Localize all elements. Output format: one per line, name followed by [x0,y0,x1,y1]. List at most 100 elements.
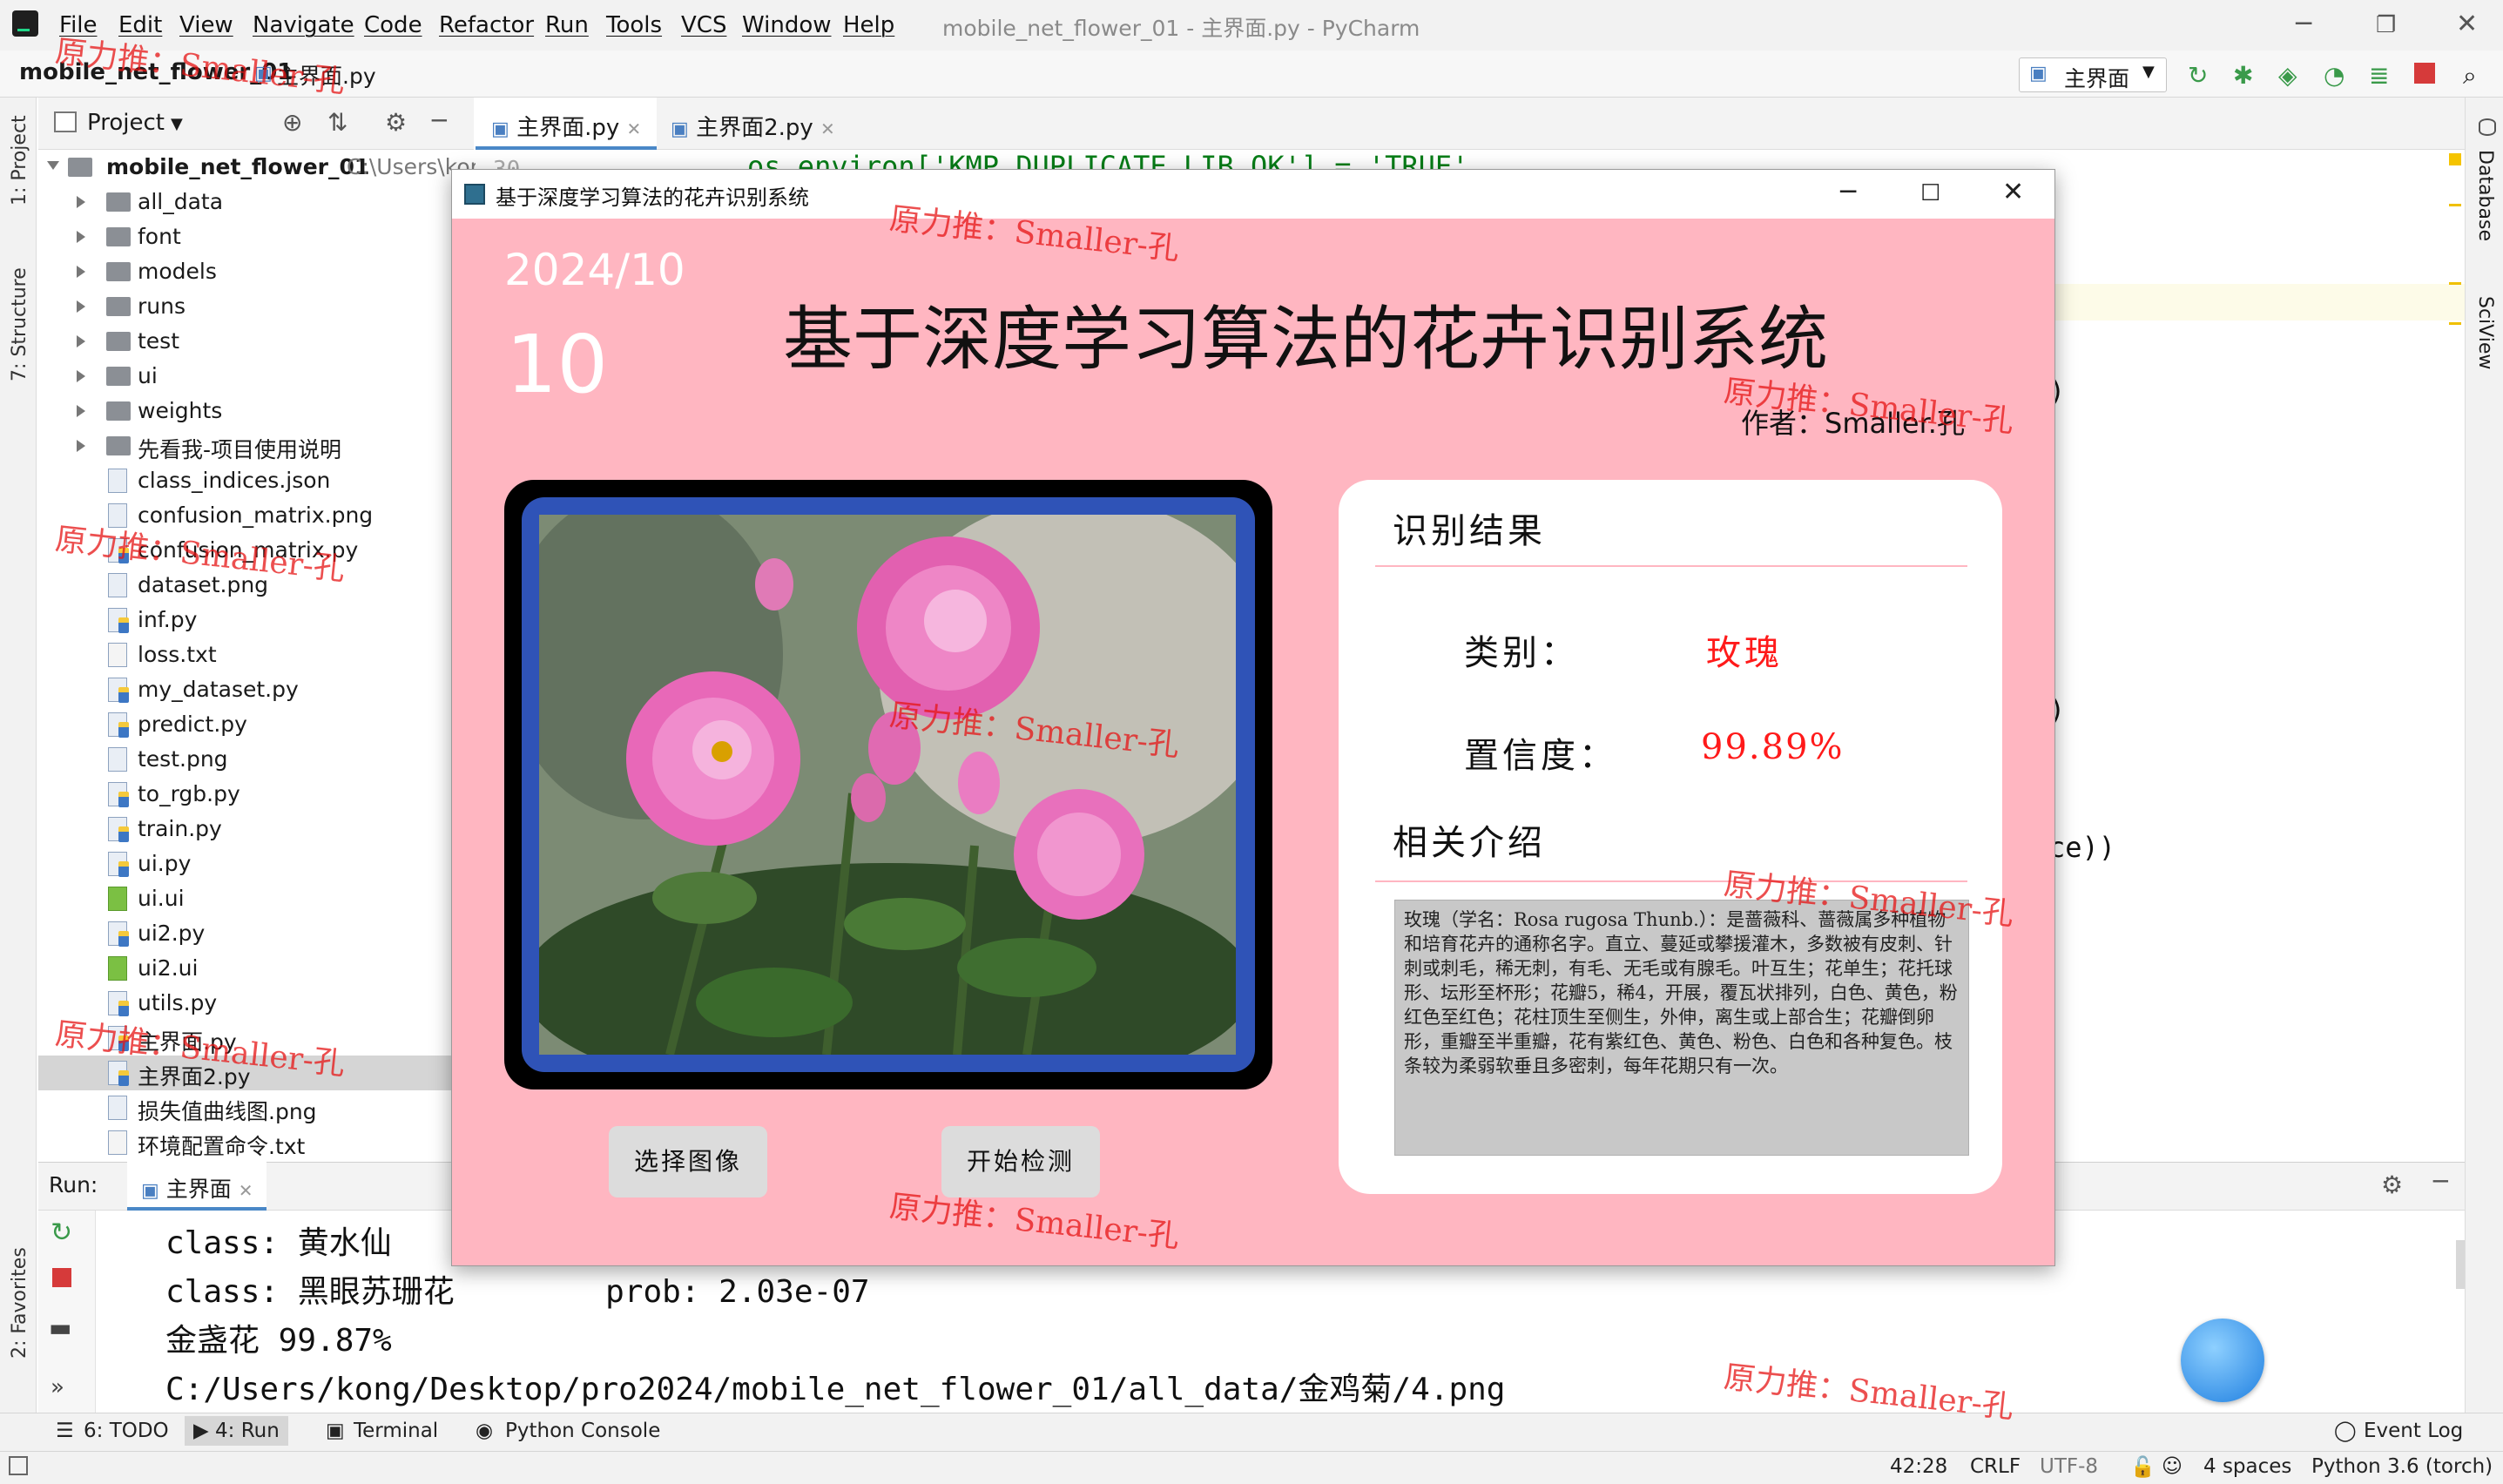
coverage-icon[interactable]: ◈ [2278,61,2303,90]
tree-file[interactable]: utils.py [38,986,474,1021]
tree-file[interactable]: to_rgb.py [38,777,474,812]
close-icon[interactable]: ✕ [2002,177,2024,207]
gear-icon[interactable]: ⚙ [2381,1170,2403,1199]
rerun-icon[interactable]: ↻ [51,1218,72,1248]
tab-sciview-vertical[interactable]: SciView [2474,296,2496,369]
event-log[interactable]: Event Log [2364,1420,2463,1442]
tab-todo[interactable]: 6: TODO [84,1420,169,1442]
menu-tools[interactable]: Tools [606,12,662,38]
tree-file[interactable]: ui.ui [38,881,474,916]
gutter-mark[interactable] [2449,282,2461,285]
locate-file-icon[interactable]: ⊕ [282,108,302,137]
status-encoding[interactable]: UTF-8 [2040,1455,2098,1478]
status-indent[interactable]: 4 spaces [2203,1455,2291,1478]
tree-folder[interactable]: test [38,324,474,359]
inspection-warning-icon[interactable] [2449,153,2461,165]
tab-database-vertical[interactable]: Database [2474,150,2496,241]
tree-file[interactable]: ui2.ui [38,951,474,986]
breadcrumb-project[interactable]: mobile_net_flower_01 [19,59,293,85]
maximize-icon[interactable]: ☐ [1920,180,1940,206]
tree-folder[interactable]: all_data [38,185,474,219]
start-detection-button[interactable]: 开始检测 [941,1126,1100,1197]
tree-folder[interactable]: ui [38,359,474,394]
tree-file[interactable]: ui2.py [38,916,474,951]
tree-file[interactable]: 环境配置命令.txt [38,1125,474,1160]
tree-file[interactable]: 损失值曲线图.png [38,1090,474,1125]
minimize-icon[interactable]: ─ [2296,9,2311,39]
hide-panel-icon[interactable]: ─ [432,106,447,135]
tree-folder[interactable]: weights [38,394,474,428]
menu-window[interactable]: Window [742,12,832,38]
intro-textbox[interactable]: 玫瑰（学名：Rosa rugosa Thunb.）：是蔷薇科、蔷薇属多种植物和培… [1394,900,1969,1156]
menu-file[interactable]: File [59,12,98,38]
chevron-down-icon[interactable]: ▼ [171,115,183,133]
close-tab-icon[interactable]: ✕ [820,118,835,139]
inspector-icon[interactable]: ☺ [2162,1455,2183,1478]
profile-icon[interactable]: ◔ [2324,61,2348,90]
close-tab-icon[interactable]: ✕ [239,1180,253,1201]
tab-run-bottom[interactable]: ▶ 4: Run [185,1416,288,1446]
tree-root[interactable]: mobile_net_flower_01 C:\Users\kor [38,150,479,185]
breadcrumb-file[interactable]: 主界面.py [277,59,376,91]
select-image-button[interactable]: 选择图像 [609,1126,767,1197]
status-interpreter[interactable]: Python 3.6 (torch) [2311,1455,2493,1478]
tree-folder[interactable]: models [38,254,474,289]
tree-file[interactable]: train.py [38,812,474,847]
restore-icon[interactable]: ❐ [2376,12,2396,38]
menu-vcs[interactable]: VCS [681,12,726,38]
debug-icon[interactable]: ✱ [2233,61,2257,90]
project-panel-title[interactable]: Project [87,110,165,136]
tree-file[interactable]: ui.py [38,847,474,881]
tree-file[interactable]: dataset.png [38,568,474,603]
tree-file[interactable]: my_dataset.py [38,672,474,707]
tree-folder[interactable]: 先看我-项目使用说明 [38,428,474,463]
stop-icon[interactable] [2414,63,2435,84]
tree-file[interactable]: class_indices.json [38,463,474,498]
gear-icon[interactable]: ⚙ [385,108,407,137]
tree-folder[interactable]: runs [38,289,474,324]
gutter-mark[interactable] [2449,204,2461,206]
status-caret-position[interactable]: 42:28 [1890,1455,1947,1478]
more-icon[interactable]: » [51,1374,64,1400]
rerun-icon[interactable]: ↻ [2188,61,2212,90]
floating-assistant-button[interactable] [2181,1319,2264,1402]
collapse-all-icon[interactable]: ⇅ [327,108,347,137]
hide-panel-icon[interactable]: ─ [2433,1167,2448,1196]
tab-python-console[interactable]: Python Console [505,1420,660,1442]
close-icon[interactable]: ✕ [2456,9,2478,39]
tree-file[interactable]: confusion_matrix.py [38,533,474,568]
stop-icon[interactable] [52,1268,71,1287]
menu-help[interactable]: Help [843,12,894,38]
toggle-tool-windows-icon[interactable] [9,1456,28,1475]
tab-main2-py[interactable]: ▣ 主界面2.py ✕ [655,98,851,150]
concurrency-icon[interactable]: ≣ [2369,61,2393,90]
menu-code[interactable]: Code [364,12,422,38]
console-scrollbar[interactable] [2456,1240,2465,1289]
tab-structure-vertical[interactable]: 7: Structure [9,267,30,381]
tab-terminal[interactable]: Terminal [354,1420,438,1442]
menu-view[interactable]: View [179,12,233,38]
layout-icon[interactable]: ▬ [49,1313,71,1342]
tree-file[interactable]: confusion_matrix.png [38,498,474,533]
tree-folder[interactable]: font [38,219,474,254]
tab-project-vertical[interactable]: 1: Project [9,115,30,206]
menu-navigate[interactable]: Navigate [253,12,354,38]
tab-main-py[interactable]: ▣ 主界面.py ✕ [476,98,658,150]
menu-run[interactable]: Run [545,12,589,38]
tree-file[interactable]: inf.py [38,603,474,637]
close-tab-icon[interactable]: ✕ [626,118,641,139]
tree-file[interactable]: predict.py [38,707,474,742]
menu-edit[interactable]: Edit [118,12,162,38]
tree-file-selected[interactable]: 主界面2.py [38,1056,474,1090]
status-line-separator[interactable]: CRLF [1970,1455,2021,1478]
search-icon[interactable]: ⌕ [2463,61,2487,90]
gutter-mark[interactable] [2449,322,2461,325]
run-tab-main[interactable]: ▣ 主界面 ✕ [127,1162,267,1211]
lock-icon[interactable]: 🔓 [2130,1455,2156,1479]
menu-refactor[interactable]: Refactor [439,12,534,38]
tab-favorites-vertical[interactable]: 2: Favorites [9,1247,30,1359]
minimize-icon[interactable]: ─ [1840,177,1856,207]
tree-file[interactable]: loss.txt [38,637,474,672]
tree-file[interactable]: test.png [38,742,474,777]
tree-file[interactable]: 主界面.py [38,1021,474,1056]
